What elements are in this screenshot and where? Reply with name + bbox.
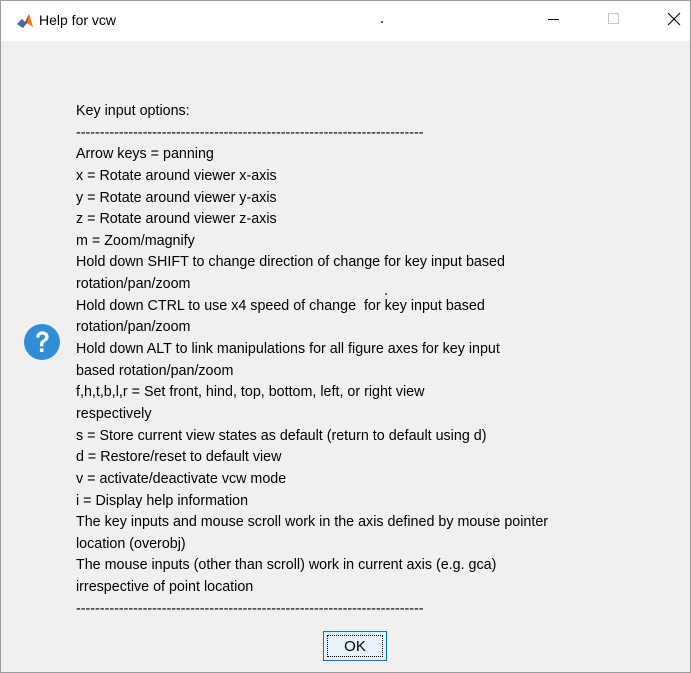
message-line: Key input options: bbox=[76, 103, 190, 119]
message-line: x = Rotate around viewer x-axis bbox=[76, 167, 277, 184]
ok-button[interactable]: OK bbox=[323, 631, 387, 661]
minimize-icon bbox=[548, 12, 560, 30]
message-line: based rotation/pan/zoom bbox=[76, 362, 234, 379]
message-line: irrespective of point location bbox=[76, 579, 254, 596]
message-line: f,h,t,b,l,r = Set front, hind, top, bott… bbox=[76, 384, 425, 401]
close-button[interactable] bbox=[651, 1, 691, 41]
message-line: The mouse inputs (other than scroll) wor… bbox=[76, 557, 497, 574]
message-line: Hold down CTRL to use x4 speed of change… bbox=[76, 297, 485, 314]
body-speck bbox=[385, 293, 387, 295]
message-line: rotation/pan/zoom bbox=[76, 276, 191, 293]
help-dialog-window: Help for vcw Key input options: --------… bbox=[0, 0, 691, 673]
message-line: s = Store current view states as default… bbox=[76, 427, 487, 444]
title-bar[interactable]: Help for vcw bbox=[1, 1, 690, 41]
message-line: Hold down ALT to link manipulations for … bbox=[76, 341, 500, 358]
message-line: z = Rotate around viewer z-axis bbox=[76, 211, 277, 228]
message-line: i = Display help information bbox=[76, 492, 249, 509]
message-line: ----------------------------------------… bbox=[76, 124, 424, 141]
message-line: d = Restore/reset to default view bbox=[76, 449, 282, 466]
message-line: The key inputs and mouse scroll work in … bbox=[76, 514, 549, 531]
message-line: location (overobj) bbox=[76, 535, 186, 552]
title-speck bbox=[381, 21, 383, 23]
message-line: respectively bbox=[76, 405, 152, 422]
message-line: y = Rotate around viewer y-axis bbox=[76, 189, 277, 206]
dialog-body: Key input options: ----------------------… bbox=[1, 41, 690, 672]
ok-label: OK bbox=[344, 637, 366, 655]
matlab-icon bbox=[16, 13, 34, 29]
message-line: Arrow keys = panning bbox=[76, 146, 214, 163]
close-icon bbox=[667, 12, 681, 31]
maximize-button[interactable] bbox=[591, 1, 637, 41]
message-line: ----------------------------------------… bbox=[76, 600, 424, 617]
message-line: v = activate/deactivate vcw mode bbox=[76, 470, 287, 487]
message-line: Hold down SHIFT to change direction of c… bbox=[76, 254, 505, 271]
window-title: Help for vcw bbox=[39, 12, 117, 28]
message-line: rotation/pan/zoom bbox=[76, 319, 191, 336]
minimize-button[interactable] bbox=[531, 1, 577, 41]
message-line: m = Zoom/magnify bbox=[76, 232, 195, 249]
help-message: Key input options: ----------------------… bbox=[76, 101, 676, 620]
question-icon bbox=[23, 323, 61, 361]
maximize-icon bbox=[608, 12, 620, 30]
